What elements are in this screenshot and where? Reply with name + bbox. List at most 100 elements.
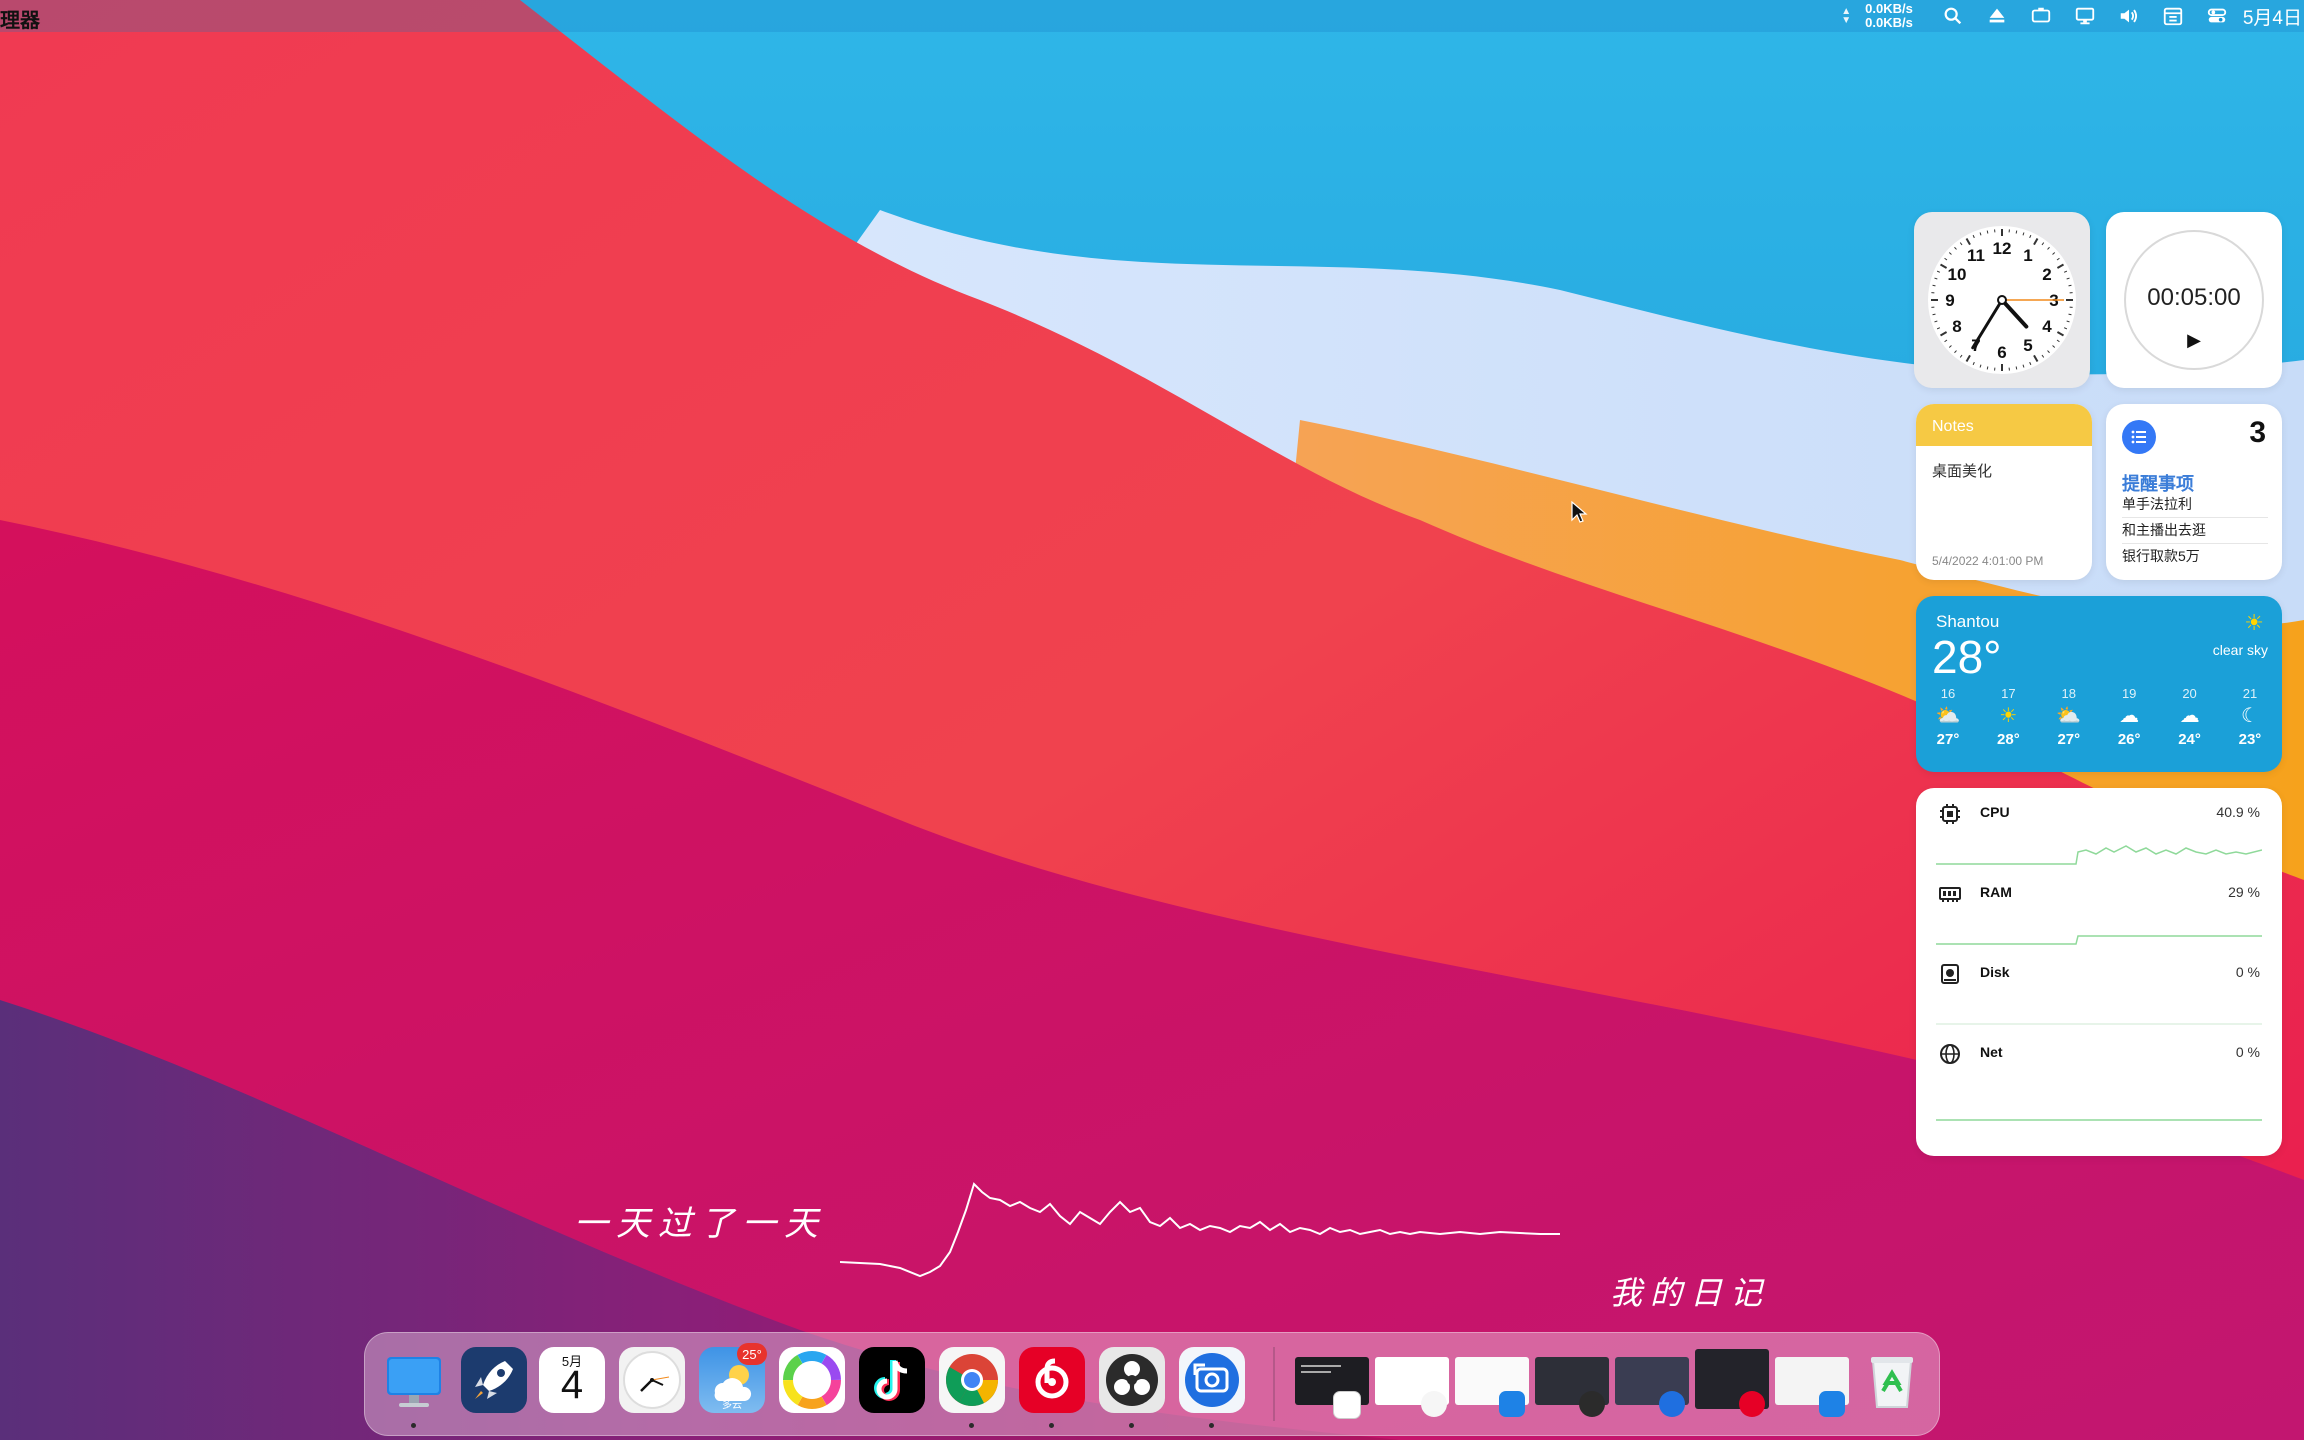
clock-numeral: 2 — [2042, 265, 2051, 284]
audio-visualizer — [840, 1182, 1560, 1278]
stat-row-net: Net 0 % — [1916, 1028, 2282, 1121]
note-text: 桌面美化 — [1932, 463, 1993, 480]
clock-tick — [2015, 230, 2018, 234]
analog-clock-widget[interactable]: 123456789101112 — [1914, 212, 2090, 388]
reminder-list: 单手法拉利 和主播出去逛 银行取款5万 — [2122, 492, 2268, 569]
obs-app-icon[interactable] — [1099, 1347, 1165, 1413]
desktop-app-icon[interactable] — [381, 1347, 447, 1413]
active-app-name[interactable]: 理器 — [0, 4, 40, 33]
eject-icon[interactable] — [1975, 0, 2019, 32]
running-indicator — [1209, 1423, 1214, 1428]
calendar-app-icon[interactable]: 5月 4 — [539, 1347, 605, 1413]
globe-icon — [1940, 1044, 1960, 1064]
timer-display: 00:05:00 — [2147, 284, 2241, 311]
tiktok-app-icon[interactable] — [859, 1347, 925, 1413]
menu-bar: 理器 ▲ ▼ 0.0KB/s 0.0KB/s 5月4日 — [0, 0, 2304, 32]
stat-row-ram: RAM 29 % — [1916, 868, 2282, 948]
play-icon[interactable]: ▶ — [2106, 330, 2282, 351]
net-upload-speed: 0.0KB/s — [1865, 1, 1913, 16]
clock-numeral: 1 — [2023, 246, 2032, 265]
control-center-icon[interactable] — [2195, 0, 2239, 32]
reminder-item[interactable]: 银行取款5万 — [2122, 544, 2268, 569]
clock-tick — [1932, 313, 1936, 316]
clock-tick — [2068, 284, 2072, 287]
weather-widget[interactable]: Shantou 28° ☀ clear sky 16 ⛅ 27° 17 ☀ 28° 18… — [1916, 596, 2282, 772]
obs-badge-icon — [1579, 1391, 1605, 1417]
cpu-icon — [1940, 804, 1960, 824]
running-indicator — [1049, 1423, 1054, 1428]
calendar-icon[interactable] — [2151, 0, 2195, 32]
netease-music-app-icon[interactable] — [1019, 1347, 1085, 1413]
screenshot-app-icon[interactable] — [1179, 1347, 1245, 1413]
clock-numeral: 12 — [1993, 239, 2012, 258]
window-app-badge — [1333, 1391, 1361, 1419]
clock-numeral: 4 — [2042, 317, 2052, 336]
memory-icon — [1939, 887, 1961, 902]
launchpad-icon[interactable] — [461, 1347, 527, 1413]
network-speed-indicator[interactable]: ▲ ▼ 0.0KB/s 0.0KB/s — [1841, 2, 1913, 30]
weather-icon-label: 多云 — [722, 1400, 742, 1411]
reminders-widget[interactable]: 3 提醒事项 单手法拉利 和主播出去逛 银行取款5万 — [2106, 404, 2282, 580]
clock-numeral: 8 — [1952, 317, 1961, 336]
net-graph — [1936, 1119, 2262, 1121]
forecast-day: 21 ☾ 23° — [2230, 686, 2270, 748]
running-indicator — [969, 1423, 974, 1428]
monitor-icon[interactable] — [2063, 0, 2107, 32]
mouse-cursor — [1571, 500, 1588, 523]
desktop-lyric-line: 我的日记 — [1610, 1274, 1771, 1312]
sun-icon: ☀ — [2244, 610, 2264, 635]
cpu-graph — [1936, 845, 2262, 865]
temperature-badge: 25° — [737, 1343, 767, 1365]
weather-forecast: 16 ⛅ 27° 17 ☀ 28° 18 ⛅ 27° 19 ☁ 26° 20 ☁ 24° 21 ☾ 23… — [1916, 686, 2282, 748]
clock-tick — [1932, 284, 1936, 287]
running-indicator — [411, 1423, 416, 1428]
stat-row-disk: Disk 0 % — [1916, 948, 2282, 1028]
clock-tick — [2068, 313, 2072, 316]
list-icon — [2122, 420, 2156, 454]
clock-app-icon[interactable] — [619, 1347, 685, 1413]
search-icon[interactable] — [1931, 0, 1975, 32]
display-icon[interactable] — [2019, 0, 2063, 32]
cloud-icon: ☁ — [2179, 705, 2200, 727]
forecast-day: 20 ☁ 24° — [2170, 686, 2210, 748]
running-indicator — [1129, 1423, 1134, 1428]
volume-icon[interactable] — [2107, 0, 2151, 32]
disk-icon — [1941, 964, 1959, 984]
chrome-app-icon[interactable] — [939, 1347, 1005, 1413]
timer-widget[interactable]: 00:05:00 ▶ — [2106, 212, 2282, 388]
cloud-icon: ☁ — [2119, 705, 2140, 727]
weather-city: Shantou — [1936, 612, 2000, 631]
clock-center — [1997, 295, 2007, 305]
stat-row-cpu: CPU 40.9 % — [1916, 788, 2282, 868]
menubar-date[interactable]: 5月4日 — [2239, 3, 2304, 30]
weather-app-icon[interactable]: 25° 多云 — [699, 1343, 767, 1413]
clock-tick — [1986, 230, 1989, 234]
forecast-day: 19 ☁ 26° — [2109, 686, 2149, 748]
reminder-item[interactable]: 和主播出去逛 — [2122, 518, 2268, 544]
disk-graph — [1936, 1023, 2262, 1025]
reminder-count: 3 — [2249, 416, 2266, 449]
moon-icon: ☾ — [2240, 705, 2259, 727]
notes-header: Notes — [1916, 404, 2092, 446]
clock-numeral: 10 — [1948, 265, 1967, 284]
partly-sunny-icon: ⛅ — [1935, 705, 1961, 727]
color-wheel-app-icon[interactable] — [779, 1347, 845, 1413]
clock-tick — [1986, 366, 1989, 370]
partly-sunny-icon: ⛅ — [2056, 705, 2082, 727]
desktop-badge-icon — [1819, 1391, 1845, 1417]
desktop-lyric-line: 一天过了一天 — [574, 1204, 826, 1244]
dock-separator — [1273, 1347, 1275, 1421]
ram-graph — [1936, 935, 2262, 945]
weather-temperature: 28° — [1932, 631, 2002, 683]
analog-clock-face: 123456789101112 — [1928, 226, 2076, 374]
notes-widget[interactable]: Notes 桌面美化 5/4/2022 4:01:00 PM — [1916, 404, 2092, 580]
screenshot-badge-icon — [1659, 1391, 1685, 1417]
clock-numeral: 9 — [1945, 291, 1954, 310]
note-date: 5/4/2022 4:01:00 PM — [1932, 554, 2044, 568]
dock: 5月 4 25° 多云 — [364, 1332, 1940, 1436]
reminder-item[interactable]: 单手法拉利 — [2122, 492, 2268, 518]
forecast-day: 18 ⛅ 27° — [2049, 686, 2089, 748]
system-stats-widget[interactable]: CPU 40.9 % RAM 29 % Disk 0 % Net 0 % — [1916, 788, 2282, 1156]
recycle-bin-icon[interactable] — [1859, 1347, 1925, 1413]
forecast-day: 16 ⛅ 27° — [1928, 686, 1968, 748]
